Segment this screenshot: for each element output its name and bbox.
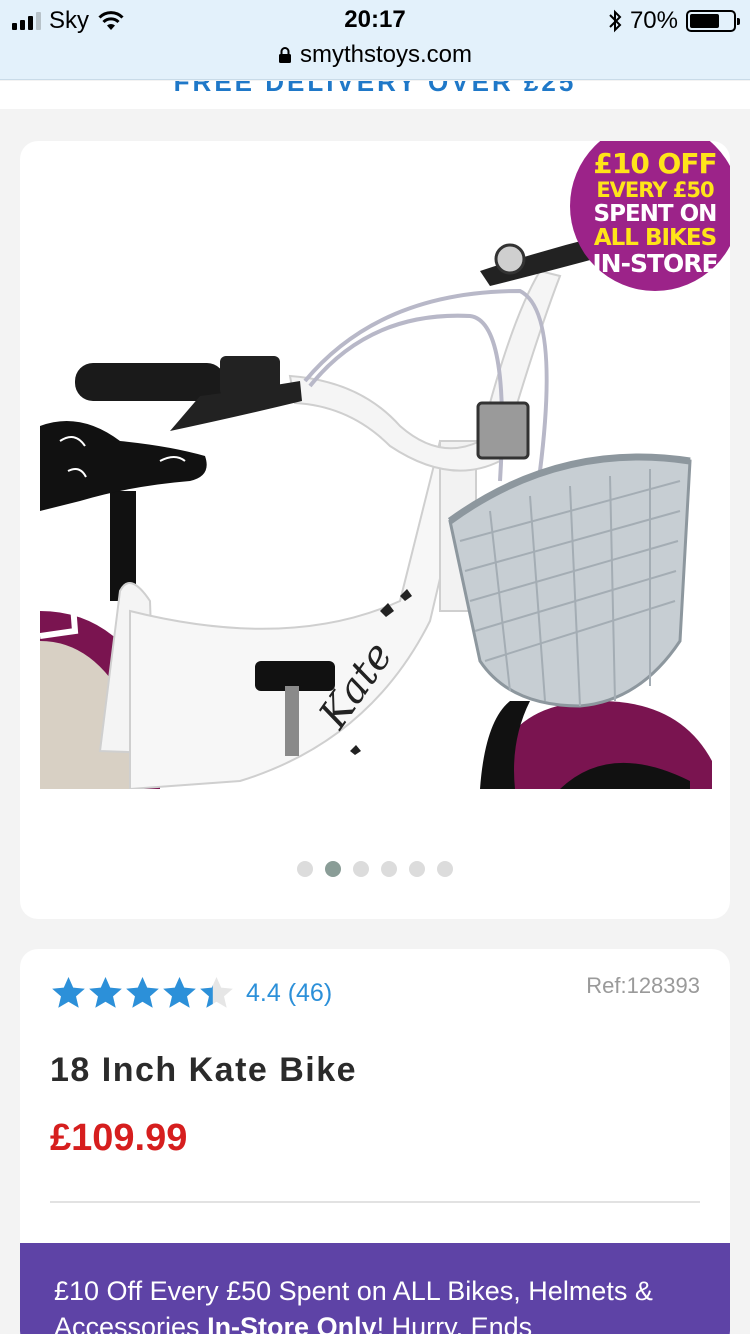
carousel-dot[interactable] bbox=[409, 861, 425, 877]
battery-percent: 70% bbox=[629, 7, 678, 34]
delivery-promo-strip[interactable]: FREE DELIVERY OVER £25 bbox=[0, 81, 750, 109]
carousel-dots bbox=[20, 861, 730, 877]
offer-instore-link[interactable]: In-Store Only bbox=[207, 1312, 377, 1334]
lock-icon bbox=[278, 47, 291, 63]
product-image-gallery[interactable]: Kate £10 OFF EVERY £50 SPENT ON ALL BIKE… bbox=[20, 141, 730, 919]
star-icon bbox=[89, 977, 122, 1008]
address-bar[interactable]: smythstoys.com bbox=[0, 40, 750, 70]
bluetooth-icon bbox=[609, 9, 622, 33]
carousel-dot[interactable] bbox=[381, 861, 397, 877]
offer-banner[interactable]: £10 Off Every £50 Spent on ALL Bikes, He… bbox=[20, 1243, 730, 1334]
product-title: 18 Inch Kate Bike bbox=[50, 1051, 358, 1089]
basket bbox=[447, 453, 692, 708]
badge-line-4: ALL BIKES bbox=[593, 225, 717, 251]
status-right: 70% bbox=[608, 7, 740, 34]
rating-stars[interactable] bbox=[50, 975, 235, 1012]
rating-text[interactable]: 4.4 (46) bbox=[246, 979, 332, 1008]
battery-fill bbox=[690, 14, 720, 28]
carousel-dot[interactable] bbox=[325, 861, 341, 877]
product-ref: Ref:128393 bbox=[586, 973, 700, 998]
product-info-card: 4.4 (46) Ref:128393 18 Inch Kate Bike £1… bbox=[20, 949, 730, 1334]
divider bbox=[50, 1201, 700, 1203]
product-price: £109.99 bbox=[50, 1117, 188, 1159]
carousel-dot[interactable] bbox=[297, 861, 313, 877]
star-icon bbox=[163, 977, 196, 1008]
badge-line-2: EVERY £50 bbox=[596, 178, 714, 202]
battery-icon bbox=[686, 10, 740, 32]
badge-line-1: £10 OFF bbox=[593, 147, 717, 180]
url-text: smythstoys.com bbox=[299, 41, 473, 68]
status-bar: Sky 20:17 70% smythstoys.com bbox=[0, 0, 750, 80]
promo-badge: £10 OFF EVERY £50 SPENT ON ALL BIKES IN-… bbox=[570, 141, 730, 291]
carousel-dot[interactable] bbox=[437, 861, 453, 877]
delivery-promo-text: FREE DELIVERY OVER £25 bbox=[173, 81, 577, 97]
star-icon bbox=[200, 977, 233, 1008]
offer-text-end: ! Hurry, Ends bbox=[376, 1312, 533, 1334]
star-icon bbox=[52, 977, 85, 1008]
star-icon bbox=[126, 977, 159, 1008]
badge-line-5: IN-STORE bbox=[592, 249, 718, 278]
carousel-dot[interactable] bbox=[353, 861, 369, 877]
badge-line-3: SPENT ON bbox=[593, 201, 718, 227]
